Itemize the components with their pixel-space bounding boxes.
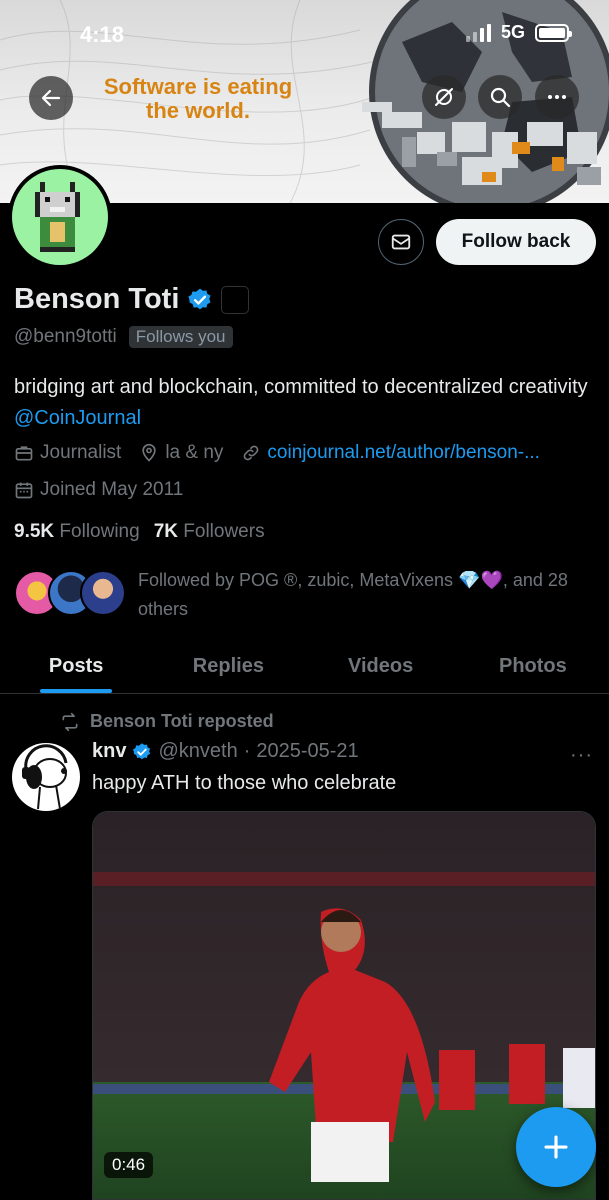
followers-label: Followers [183, 521, 265, 542]
compose-button[interactable] [516, 1107, 596, 1187]
profile-avatar[interactable] [8, 165, 112, 269]
profile-tabs: Posts Replies Videos Photos [0, 640, 609, 694]
link-icon [244, 445, 259, 461]
repost-label: Benson Toti reposted [90, 711, 274, 731]
profile-bio: bridging art and blockchain, committed t… [14, 372, 599, 434]
following-label: Following [59, 521, 140, 542]
website-item[interactable]: coinjournal.net/author/benson-... [241, 442, 540, 464]
bio-mention-link[interactable]: @CoinJournal [14, 407, 141, 429]
verified-badge-icon [132, 742, 152, 762]
post-separator: · [243, 740, 251, 762]
profile-name: Benson Toti [14, 283, 180, 315]
location-item: la & ny [139, 442, 223, 464]
joined-label: Joined May 2011 [40, 479, 184, 500]
post-more-button[interactable]: ··· [570, 744, 593, 767]
location-pin-icon [142, 443, 156, 462]
post-header: knv @knveth · 2025-05-21 [92, 740, 359, 763]
more-options-button[interactable] [535, 75, 579, 119]
post-author-name[interactable]: knv [92, 740, 126, 763]
envelope-icon [391, 234, 411, 250]
profile-name-row: Benson Toti [14, 283, 250, 316]
post-date[interactable]: 2025-05-21 [256, 740, 358, 763]
grok-button[interactable] [422, 75, 466, 119]
back-button[interactable] [29, 76, 73, 120]
joined-item: Joined May 2011 [14, 479, 183, 501]
calendar-icon [15, 482, 33, 499]
battery-icon [535, 23, 572, 42]
post-text: happy ATH to those who celebrate [92, 772, 397, 794]
followed-by-text: Followed by POG ®, zubic, MetaVixens 💎💜,… [138, 570, 568, 619]
joined-row: Joined May 2011 [14, 479, 201, 501]
bio-text: bridging art and blockchain, committed t… [14, 376, 588, 398]
video-duration: 0:46 [104, 1152, 154, 1178]
profile-meta-row: Journalist la & ny coinjournal.net/autho… [14, 442, 558, 464]
followed-by-section[interactable]: Followed by POG ®, zubic, MetaVixens 💎💜,… [14, 566, 578, 624]
verified-badge-icon[interactable] [187, 287, 213, 313]
handle-row: @benn9totti Follows you [14, 326, 233, 348]
profession-item: Journalist [14, 442, 121, 464]
repost-indicator[interactable]: Benson Toti reposted [60, 711, 274, 732]
followed-by-avatars [14, 566, 126, 616]
status-icons: 5G [465, 22, 572, 43]
website-link[interactable]: coinjournal.net/author/benson-... [267, 442, 540, 464]
repost-icon [62, 712, 78, 731]
status-time: 4:18 [80, 22, 125, 47]
message-button[interactable] [378, 219, 424, 265]
arrow-left-icon [41, 89, 61, 107]
signal-icon [465, 23, 491, 42]
network-label: 5G [500, 22, 525, 42]
follower-avatar [80, 570, 126, 616]
briefcase-icon [15, 446, 33, 461]
affiliation-badge[interactable] [221, 285, 250, 314]
search-button[interactable] [478, 75, 522, 119]
follows-you-badge: Follows you [128, 326, 233, 348]
followers-stat[interactable]: 7K Followers [154, 521, 265, 543]
more-dots-icon [548, 95, 566, 99]
follow-back-button[interactable]: Follow back [436, 219, 596, 265]
profession-label: Journalist [40, 442, 122, 463]
tab-posts[interactable]: Posts [0, 640, 152, 693]
banner-headline: Software is eating the world. [103, 74, 293, 123]
search-icon [490, 87, 511, 108]
snoopy-avatar-image [22, 744, 68, 810]
post-author-avatar[interactable] [12, 743, 80, 811]
pixel-cat-avatar-image [35, 182, 80, 252]
tab-photos[interactable]: Photos [457, 640, 609, 693]
grok-icon [435, 88, 453, 106]
plus-icon [544, 1135, 568, 1159]
tab-videos[interactable]: Videos [305, 640, 457, 693]
profile-handle: @benn9totti [14, 326, 117, 347]
following-count: 9.5K [14, 521, 55, 542]
followers-count: 7K [153, 521, 178, 542]
tab-replies[interactable]: Replies [152, 640, 304, 693]
follow-stats: 9.5K Following 7K Followers [14, 521, 265, 543]
following-stat[interactable]: 9.5K Following [14, 521, 140, 543]
post-author-handle[interactable]: @knveth [158, 740, 237, 763]
location-label: la & ny [165, 442, 224, 463]
